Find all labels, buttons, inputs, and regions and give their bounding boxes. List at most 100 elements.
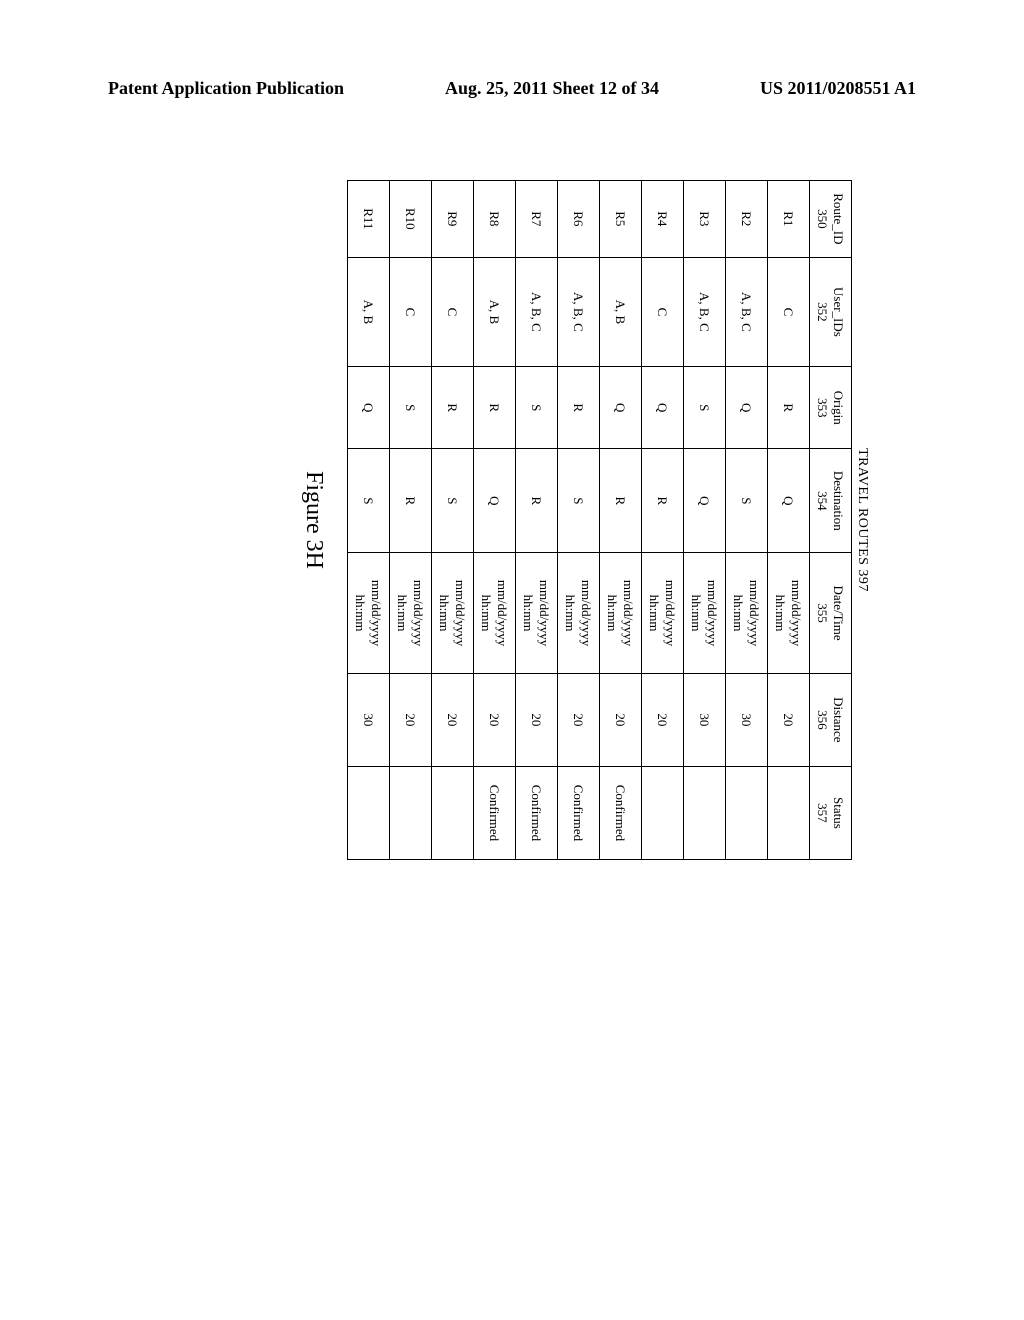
cell-user-ids: A, B, C — [558, 257, 600, 367]
cell-origin: R — [768, 367, 810, 449]
cell-status — [432, 766, 474, 859]
cell-status — [768, 766, 810, 859]
cell-status: Confirmed — [474, 766, 516, 859]
cell-datetime: mm/dd/yyyyhh:mm — [600, 553, 642, 673]
cell-destination: R — [516, 449, 558, 553]
cell-distance: 30 — [684, 673, 726, 766]
cell-distance: 30 — [348, 673, 390, 766]
cell-origin: Q — [600, 367, 642, 449]
col-header-route-id: Route_ID 350 — [810, 181, 852, 258]
figure-caption: Figure 3H — [300, 140, 327, 900]
cell-datetime: mm/dd/yyyyhh:mm — [684, 553, 726, 673]
table-row: R4CQRmm/dd/yyyyhh:mm20 — [642, 181, 684, 860]
cell-user-ids: A, B, C — [726, 257, 768, 367]
cell-destination: S — [558, 449, 600, 553]
cell-datetime: mm/dd/yyyyhh:mm — [390, 553, 432, 673]
cell-destination: R — [600, 449, 642, 553]
cell-user-ids: A, B — [348, 257, 390, 367]
cell-destination: Q — [684, 449, 726, 553]
table-row: R2A, B, CQSmm/dd/yyyyhh:mm30 — [726, 181, 768, 860]
cell-distance: 20 — [558, 673, 600, 766]
cell-origin: Q — [348, 367, 390, 449]
col-header-destination: Destination 354 — [810, 449, 852, 553]
cell-user-ids: C — [390, 257, 432, 367]
cell-user-ids: A, B — [600, 257, 642, 367]
col-header-origin: Origin 353 — [810, 367, 852, 449]
cell-user-ids: C — [768, 257, 810, 367]
cell-user-ids: A, B — [474, 257, 516, 367]
cell-user-ids: C — [642, 257, 684, 367]
cell-route-id: R6 — [558, 181, 600, 258]
cell-user-ids: A, B, C — [684, 257, 726, 367]
cell-route-id: R11 — [348, 181, 390, 258]
table-row: R3A, B, CSQmm/dd/yyyyhh:mm30 — [684, 181, 726, 860]
cell-destination: S — [432, 449, 474, 553]
cell-route-id: R7 — [516, 181, 558, 258]
cell-origin: R — [558, 367, 600, 449]
table-row: R9CRSmm/dd/yyyyhh:mm20 — [432, 181, 474, 860]
header-center: Aug. 25, 2011 Sheet 12 of 34 — [445, 78, 659, 99]
cell-destination: S — [348, 449, 390, 553]
table-row: R11A, BQSmm/dd/yyyyhh:mm30 — [348, 181, 390, 860]
cell-origin: Q — [726, 367, 768, 449]
cell-route-id: R8 — [474, 181, 516, 258]
cell-route-id: R3 — [684, 181, 726, 258]
cell-origin: S — [390, 367, 432, 449]
cell-datetime: mm/dd/yyyyhh:mm — [726, 553, 768, 673]
cell-datetime: mm/dd/yyyyhh:mm — [558, 553, 600, 673]
cell-user-ids: C — [432, 257, 474, 367]
cell-status — [642, 766, 684, 859]
cell-distance: 20 — [390, 673, 432, 766]
cell-user-ids: A, B, C — [516, 257, 558, 367]
page-header: Patent Application Publication Aug. 25, … — [108, 78, 916, 99]
col-header-distance: Distance 356 — [810, 673, 852, 766]
table-title: TRAVEL ROUTES 397 — [854, 140, 870, 900]
cell-origin: R — [432, 367, 474, 449]
cell-route-id: R4 — [642, 181, 684, 258]
cell-datetime: mm/dd/yyyyhh:mm — [432, 553, 474, 673]
cell-distance: 20 — [600, 673, 642, 766]
cell-status — [726, 766, 768, 859]
cell-status: Confirmed — [516, 766, 558, 859]
cell-origin: S — [516, 367, 558, 449]
cell-route-id: R5 — [600, 181, 642, 258]
cell-route-id: R9 — [432, 181, 474, 258]
cell-distance: 20 — [432, 673, 474, 766]
cell-datetime: mm/dd/yyyyhh:mm — [348, 553, 390, 673]
table-row: R7A, B, CSRmm/dd/yyyyhh:mm20Confirmed — [516, 181, 558, 860]
col-header-datetime: Date/Time 355 — [810, 553, 852, 673]
cell-datetime: mm/dd/yyyyhh:mm — [474, 553, 516, 673]
cell-status — [390, 766, 432, 859]
table-row: R8A, BRQmm/dd/yyyyhh:mm20Confirmed — [474, 181, 516, 860]
header-left: Patent Application Publication — [108, 78, 344, 99]
cell-route-id: R2 — [726, 181, 768, 258]
cell-destination: S — [726, 449, 768, 553]
cell-status: Confirmed — [558, 766, 600, 859]
header-right: US 2011/0208551 A1 — [760, 78, 916, 99]
cell-destination: R — [390, 449, 432, 553]
cell-destination: Q — [768, 449, 810, 553]
table-row: R6A, B, CRSmm/dd/yyyyhh:mm20Confirmed — [558, 181, 600, 860]
cell-distance: 20 — [516, 673, 558, 766]
table-header-row: Route_ID 350 User_IDs 352 Origin 353 Des… — [810, 181, 852, 860]
cell-distance: 20 — [768, 673, 810, 766]
rotated-content: TRAVEL ROUTES 397 Route_ID 350 User_IDs … — [190, 140, 870, 900]
cell-status — [348, 766, 390, 859]
cell-status: Confirmed — [600, 766, 642, 859]
cell-datetime: mm/dd/yyyyhh:mm — [516, 553, 558, 673]
cell-destination: R — [642, 449, 684, 553]
table-row: R1CRQmm/dd/yyyyhh:mm20 — [768, 181, 810, 860]
cell-destination: Q — [474, 449, 516, 553]
cell-distance: 20 — [642, 673, 684, 766]
col-header-status: Status 357 — [810, 766, 852, 859]
cell-origin: R — [474, 367, 516, 449]
col-header-user-ids: User_IDs 352 — [810, 257, 852, 367]
cell-origin: S — [684, 367, 726, 449]
table-row: R5A, BQRmm/dd/yyyyhh:mm20Confirmed — [600, 181, 642, 860]
travel-routes-table: Route_ID 350 User_IDs 352 Origin 353 Des… — [347, 180, 852, 860]
table-row: R10CSRmm/dd/yyyyhh:mm20 — [390, 181, 432, 860]
cell-status — [684, 766, 726, 859]
cell-route-id: R1 — [768, 181, 810, 258]
cell-datetime: mm/dd/yyyyhh:mm — [642, 553, 684, 673]
cell-distance: 20 — [474, 673, 516, 766]
